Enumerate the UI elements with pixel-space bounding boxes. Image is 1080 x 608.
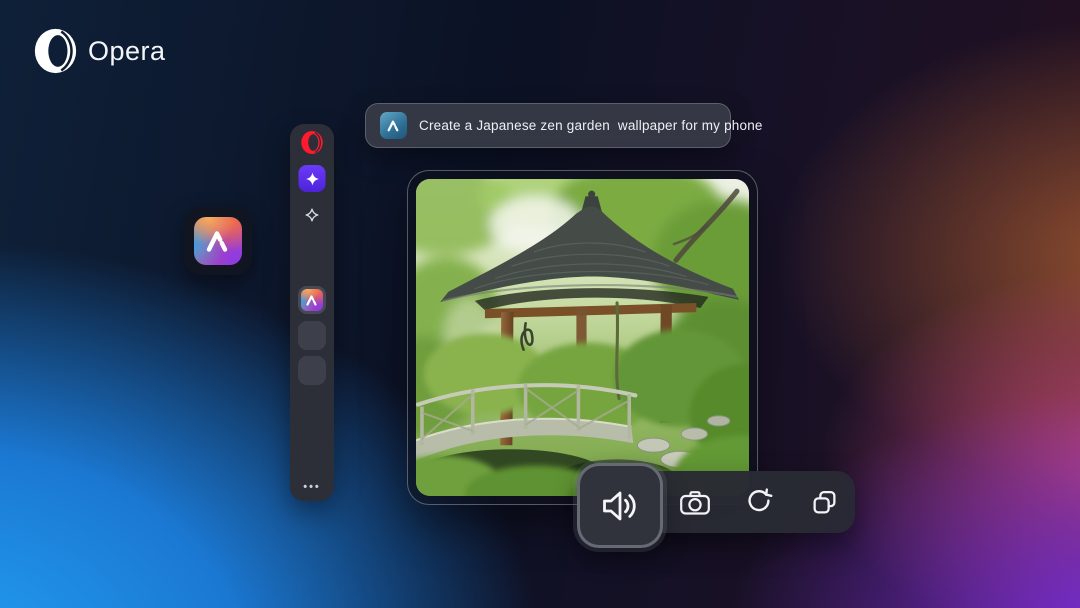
aria-icon xyxy=(194,217,242,265)
sidebar-more-button[interactable]: ••• xyxy=(303,481,321,493)
opera-logo-icon xyxy=(34,28,77,74)
aria-a-glyph xyxy=(387,120,399,131)
prompt-text: Create a Japanese zen garden wallpaper f… xyxy=(419,118,763,133)
copy-icon xyxy=(812,490,836,514)
zen-garden-image[interactable] xyxy=(416,179,749,496)
speaker-icon xyxy=(603,491,636,520)
aria-a-glyph xyxy=(206,230,228,252)
opera-brand: Opera xyxy=(32,27,166,75)
prompt-bubble[interactable]: Create a Japanese zen garden wallpaper f… xyxy=(365,103,762,148)
aria-icon-small xyxy=(301,289,323,311)
aria-thumbnail-icon xyxy=(380,112,407,139)
zen-garden-illustration xyxy=(416,179,749,496)
refresh-icon xyxy=(748,488,773,512)
aria-a-glyph xyxy=(306,294,317,306)
opera-aria-promo-screen: Opera ••• Create a Japanese zen garden w… xyxy=(0,0,1080,608)
sidebar-item-aria[interactable] xyxy=(298,286,326,314)
aria-app-icon-large[interactable] xyxy=(184,207,252,275)
opera-menu-button[interactable] xyxy=(300,130,324,155)
sparkle-outline-icon[interactable] xyxy=(305,208,319,222)
camera-icon xyxy=(680,490,710,515)
sidebar-item-placeholder[interactable] xyxy=(298,356,326,385)
generated-image-card xyxy=(407,170,758,505)
sidebar-item-placeholder[interactable] xyxy=(298,321,326,350)
read-aloud-button[interactable] xyxy=(577,463,663,548)
brand-wordmark: Opera xyxy=(88,35,166,66)
regenerate-button[interactable] xyxy=(739,482,779,522)
browser-sidebar: ••• xyxy=(290,124,334,501)
sparkle-icon xyxy=(305,172,319,185)
aria-command-button[interactable] xyxy=(298,165,326,192)
camera-button[interactable] xyxy=(675,482,715,522)
copy-button[interactable] xyxy=(804,482,844,522)
